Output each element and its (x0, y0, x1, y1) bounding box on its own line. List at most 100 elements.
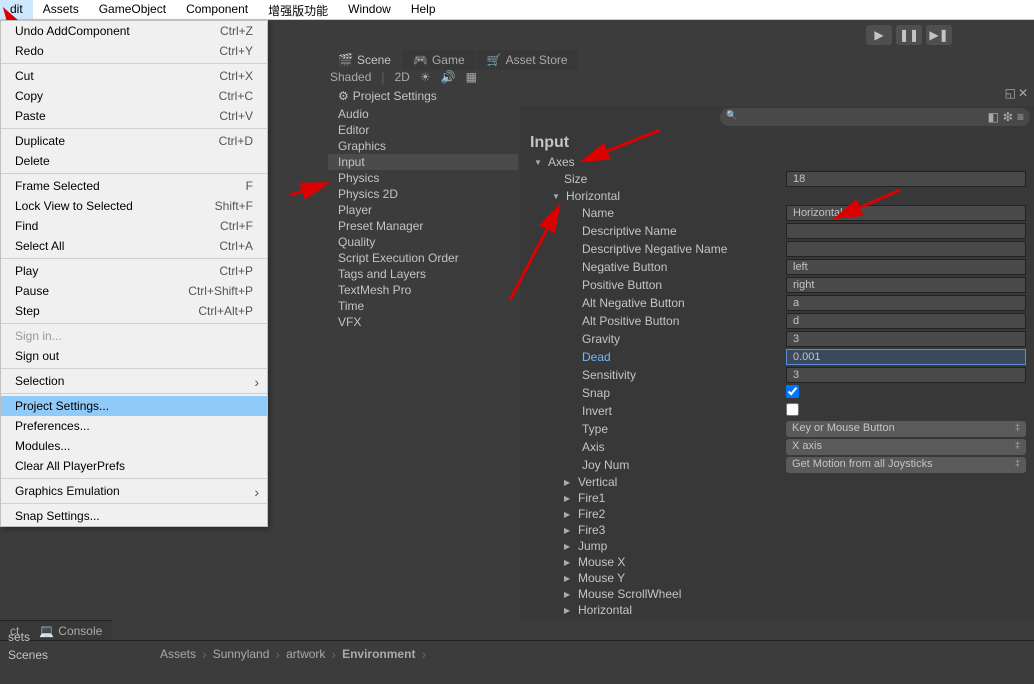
menu-item-find[interactable]: FindCtrl+F (1, 216, 267, 236)
menu-item-preferences-[interactable]: Preferences... (1, 416, 267, 436)
breadcrumb-assets[interactable]: Assets (160, 647, 196, 661)
dropdown-type[interactable]: Key or Mouse Button (786, 421, 1026, 437)
separator (1, 393, 267, 394)
foldout-fire1[interactable]: Fire1 (564, 490, 1034, 506)
step-button[interactable]: ▶❚ (926, 25, 952, 45)
folder-assets[interactable]: sets (0, 628, 56, 646)
menu-item-graphics-emulation[interactable]: Graphics Emulation (1, 481, 267, 501)
menu-item-clear-all-playerprefs[interactable]: Clear All PlayerPrefs (1, 456, 267, 476)
category-player[interactable]: Player (328, 202, 518, 218)
field-alt-negative-button[interactable]: a (786, 295, 1026, 311)
separator (1, 503, 267, 504)
menu-item-sign-out[interactable]: Sign out (1, 346, 267, 366)
menu-item-modules-[interactable]: Modules... (1, 436, 267, 456)
menu-item-paste[interactable]: PasteCtrl+V (1, 106, 267, 126)
menu-item-step[interactable]: StepCtrl+Alt+P (1, 301, 267, 321)
field-alt-positive-button[interactable]: d (786, 313, 1026, 329)
category-editor[interactable]: Editor (328, 122, 518, 138)
tab-scene[interactable]: 🎬Scene (328, 50, 401, 70)
foldout-mouse-x[interactable]: Mouse X (564, 554, 1034, 570)
settings-menu-icon[interactable]: ≡ (1017, 110, 1024, 124)
panel-search[interactable] (720, 108, 1030, 126)
field-dead[interactable]: 0.001 (786, 349, 1026, 365)
close-icon[interactable]: ✕ (1018, 86, 1028, 100)
menu-assets[interactable]: Assets (33, 0, 89, 19)
foldout-mouse-y[interactable]: Mouse Y (564, 570, 1034, 586)
audio-icon[interactable]: 🔊 (441, 70, 456, 84)
field-negative-button[interactable]: left (786, 259, 1026, 275)
axes-foldout[interactable]: Axes (534, 154, 1034, 170)
prop-label: Descriptive Negative Name (582, 242, 786, 256)
menu-window[interactable]: Window (338, 0, 401, 19)
foldout-vertical[interactable]: Vertical (564, 474, 1034, 490)
dropdown-axis[interactable]: X axis (786, 439, 1026, 455)
foldout-fire2[interactable]: Fire2 (564, 506, 1034, 522)
field-descriptive-negative-name[interactable] (786, 241, 1026, 257)
category-vfx[interactable]: VFX (328, 314, 518, 330)
category-textmesh-pro[interactable]: TextMesh Pro (328, 282, 518, 298)
menu-item-copy[interactable]: CopyCtrl+C (1, 86, 267, 106)
menu-component[interactable]: Component (176, 0, 258, 19)
tab-asset-store[interactable]: 🛒Asset Store (477, 50, 578, 70)
foldout-jump[interactable]: Jump (564, 538, 1034, 554)
horizontal-foldout[interactable]: Horizontal (534, 188, 1034, 204)
play-button[interactable]: ▶ (866, 25, 892, 45)
menu-enhanced[interactable]: 增强版功能 (258, 0, 338, 19)
menu-help[interactable]: Help (401, 0, 446, 19)
category-graphics[interactable]: Graphics (328, 138, 518, 154)
category-physics[interactable]: Physics (328, 170, 518, 186)
checkbox-invert[interactable] (786, 403, 799, 416)
foldout-horizontal[interactable]: Horizontal (564, 602, 1034, 618)
menu-item-project-settings-[interactable]: Project Settings... (1, 396, 267, 416)
project-settings-tab[interactable]: ⚙ Project Settings (328, 86, 447, 106)
breadcrumb-sep: › (202, 646, 207, 662)
category-quality[interactable]: Quality (328, 234, 518, 250)
checkbox-snap[interactable] (786, 385, 799, 398)
field-gravity[interactable]: 3 (786, 331, 1026, 347)
menu-item-select-all[interactable]: Select AllCtrl+A (1, 236, 267, 256)
size-field[interactable]: 18 (786, 171, 1026, 187)
menu-item-cut[interactable]: CutCtrl+X (1, 66, 267, 86)
pause-button[interactable]: ❚❚ (896, 25, 922, 45)
category-audio[interactable]: Audio (328, 106, 518, 122)
menu-edit[interactable]: dit (0, 0, 33, 19)
category-preset-manager[interactable]: Preset Manager (328, 218, 518, 234)
menu-item-selection[interactable]: Selection (1, 371, 267, 391)
category-physics-2d[interactable]: Physics 2D (328, 186, 518, 202)
menu-item-sign-in-[interactable]: Sign in... (1, 326, 267, 346)
help-icon[interactable]: ❇ (1003, 110, 1013, 124)
foldout-mouse-scrollwheel[interactable]: Mouse ScrollWheel (564, 586, 1034, 602)
field-descriptive-name[interactable] (786, 223, 1026, 239)
foldout-fire3[interactable]: Fire3 (564, 522, 1034, 538)
menu-item-frame-selected[interactable]: Frame SelectedF (1, 176, 267, 196)
menu-item-lock-view-to-selected[interactable]: Lock View to SelectedShift+F (1, 196, 267, 216)
field-name[interactable]: Horizontal (786, 205, 1026, 221)
effects-icon[interactable]: ▦ (466, 70, 477, 84)
field-sensitivity[interactable]: 3 (786, 367, 1026, 383)
menu-item-duplicate[interactable]: DuplicateCtrl+D (1, 131, 267, 151)
shaded-dropdown[interactable]: Shaded (330, 70, 371, 84)
category-time[interactable]: Time (328, 298, 518, 314)
menubar: dit Assets GameObject Component 增强版功能 Wi… (0, 0, 1034, 20)
field-positive-button[interactable]: right (786, 277, 1026, 293)
menu-item-delete[interactable]: Delete (1, 151, 267, 171)
category-input[interactable]: Input (328, 154, 518, 170)
breadcrumb-environment[interactable]: Environment (342, 647, 415, 661)
menu-item-pause[interactable]: PauseCtrl+Shift+P (1, 281, 267, 301)
category-script-execution-order[interactable]: Script Execution Order (328, 250, 518, 266)
menu-item-play[interactable]: PlayCtrl+P (1, 261, 267, 281)
popout-icon[interactable]: ◱ (1005, 86, 1016, 100)
2d-toggle[interactable]: 2D (395, 70, 410, 84)
tab-game[interactable]: 🎮Game (403, 50, 475, 70)
dropdown-joy-num[interactable]: Get Motion from all Joysticks (786, 457, 1026, 473)
folder-scenes[interactable]: Scenes (0, 646, 56, 664)
menu-item-redo[interactable]: RedoCtrl+Y (1, 41, 267, 61)
menu-gameobject[interactable]: GameObject (89, 0, 176, 19)
category-tags-and-layers[interactable]: Tags and Layers (328, 266, 518, 282)
breadcrumb-artwork[interactable]: artwork (286, 647, 325, 661)
preset-icon[interactable]: ◧ (988, 110, 999, 124)
breadcrumb-sunnyland[interactable]: Sunnyland (213, 647, 270, 661)
menu-item-undo-addcomponent[interactable]: Undo AddComponentCtrl+Z (1, 21, 267, 41)
menu-item-snap-settings-[interactable]: Snap Settings... (1, 506, 267, 526)
light-icon[interactable]: ☀ (420, 70, 431, 84)
